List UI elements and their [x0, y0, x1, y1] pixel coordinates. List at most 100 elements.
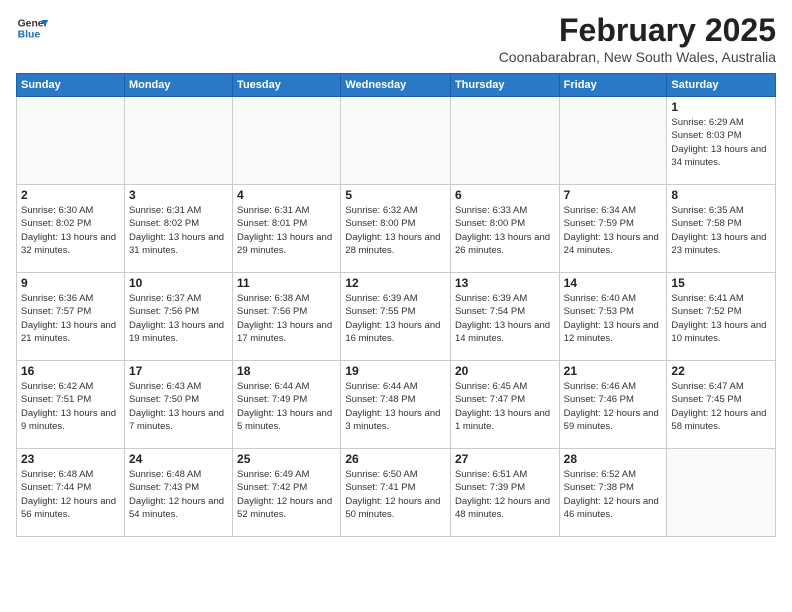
col-friday: Friday — [559, 74, 667, 97]
day-info: Sunrise: 6:50 AM Sunset: 7:41 PM Dayligh… — [345, 468, 446, 521]
week-row-1: 1Sunrise: 6:29 AM Sunset: 8:03 PM Daylig… — [17, 97, 776, 185]
calendar-cell: 22Sunrise: 6:47 AM Sunset: 7:45 PM Dayli… — [667, 361, 776, 449]
day-number: 18 — [237, 364, 336, 378]
title-block: February 2025 Coonabarabran, New South W… — [499, 12, 776, 65]
week-row-3: 9 Sunrise: 6:36 AM Sunset: 7:57 PM Daylig… — [17, 273, 776, 361]
day-info: Sunrise: 6:52 AM Sunset: 7:38 PM Dayligh… — [564, 468, 663, 521]
day-number: 1 — [671, 100, 771, 114]
calendar-cell: 15 Sunrise: 6:41 AM Sunset: 7:52 PM Dayli… — [667, 273, 776, 361]
col-tuesday: Tuesday — [233, 74, 341, 97]
day-number: 21 — [564, 364, 663, 378]
day-info: Sunrise: 6:38 AM Sunset: 7:56 PM Dayligh… — [237, 292, 336, 345]
calendar-cell: 24Sunrise: 6:48 AM Sunset: 7:43 PM Dayli… — [124, 449, 232, 537]
calendar-cell: 23 Sunrise: 6:48 AM Sunset: 7:44 PM Dayli… — [17, 449, 125, 537]
day-info: Sunrise: 6:31 AM Sunset: 8:02 PM Dayligh… — [129, 204, 228, 257]
day-number: 16 — [21, 364, 120, 378]
day-info: Sunrise: 6:45 AM Sunset: 7:47 PM Dayligh… — [455, 380, 555, 433]
calendar-cell: 5 Sunrise: 6:32 AM Sunset: 8:00 PM Daylig… — [341, 185, 451, 273]
day-number: 5 — [345, 188, 446, 202]
day-number: 28 — [564, 452, 663, 466]
calendar-cell: 2 Sunrise: 6:30 AM Sunset: 8:02 PM Daylig… — [17, 185, 125, 273]
calendar-cell: 25Sunrise: 6:49 AM Sunset: 7:42 PM Dayli… — [233, 449, 341, 537]
day-number: 23 — [21, 452, 120, 466]
day-number: 17 — [129, 364, 228, 378]
day-number: 19 — [345, 364, 446, 378]
calendar-cell: 27 Sunrise: 6:51 AM Sunset: 7:39 PM Dayli… — [450, 449, 559, 537]
calendar-cell: 19Sunrise: 6:44 AM Sunset: 7:48 PM Dayli… — [341, 361, 451, 449]
calendar: Sunday Monday Tuesday Wednesday Thursday… — [16, 73, 776, 537]
calendar-cell: 13 Sunrise: 6:39 AM Sunset: 7:54 PM Dayli… — [450, 273, 559, 361]
calendar-cell: 14 Sunrise: 6:40 AM Sunset: 7:53 PM Dayli… — [559, 273, 667, 361]
day-info: Sunrise: 6:40 AM Sunset: 7:53 PM Dayligh… — [564, 292, 663, 345]
day-info: Sunrise: 6:39 AM Sunset: 7:55 PM Dayligh… — [345, 292, 446, 345]
calendar-cell: 28 Sunrise: 6:52 AM Sunset: 7:38 PM Dayli… — [559, 449, 667, 537]
calendar-cell: 10 Sunrise: 6:37 AM Sunset: 7:56 PM Dayli… — [124, 273, 232, 361]
day-number: 4 — [237, 188, 336, 202]
day-number: 3 — [129, 188, 228, 202]
day-number: 12 — [345, 276, 446, 290]
day-info: Sunrise: 6:51 AM Sunset: 7:39 PM Dayligh… — [455, 468, 555, 521]
day-number: 27 — [455, 452, 555, 466]
day-number: 25 — [237, 452, 336, 466]
calendar-cell: 26 Sunrise: 6:50 AM Sunset: 7:41 PM Dayli… — [341, 449, 451, 537]
day-number: 24 — [129, 452, 228, 466]
day-info: Sunrise: 6:32 AM Sunset: 8:00 PM Dayligh… — [345, 204, 446, 257]
day-info: Sunrise: 6:43 AM Sunset: 7:50 PM Dayligh… — [129, 380, 228, 433]
day-info: Sunrise: 6:46 AM Sunset: 7:46 PM Dayligh… — [564, 380, 663, 433]
col-wednesday: Wednesday — [341, 74, 451, 97]
day-number: 22 — [671, 364, 771, 378]
day-number: 26 — [345, 452, 446, 466]
calendar-cell — [124, 97, 232, 185]
svg-text:Blue: Blue — [18, 30, 41, 41]
calendar-cell — [233, 97, 341, 185]
calendar-cell: 17 Sunrise: 6:43 AM Sunset: 7:50 PM Dayli… — [124, 361, 232, 449]
calendar-cell: 11 Sunrise: 6:38 AM Sunset: 7:56 PM Dayli… — [233, 273, 341, 361]
calendar-cell: 9 Sunrise: 6:36 AM Sunset: 7:57 PM Daylig… — [17, 273, 125, 361]
day-info: Sunrise: 6:42 AM Sunset: 7:51 PM Dayligh… — [21, 380, 120, 433]
day-info: Sunrise: 6:37 AM Sunset: 7:56 PM Dayligh… — [129, 292, 228, 345]
day-number: 11 — [237, 276, 336, 290]
day-number: 13 — [455, 276, 555, 290]
day-number: 2 — [21, 188, 120, 202]
col-thursday: Thursday — [450, 74, 559, 97]
day-number: 7 — [564, 188, 663, 202]
calendar-cell — [341, 97, 451, 185]
day-info: Sunrise: 6:30 AM Sunset: 8:02 PM Dayligh… — [21, 204, 120, 257]
calendar-cell: 8 Sunrise: 6:35 AM Sunset: 7:58 PM Daylig… — [667, 185, 776, 273]
col-sunday: Sunday — [17, 74, 125, 97]
day-info: Sunrise: 6:31 AM Sunset: 8:01 PM Dayligh… — [237, 204, 336, 257]
day-info: Sunrise: 6:44 AM Sunset: 7:49 PM Dayligh… — [237, 380, 336, 433]
day-info: Sunrise: 6:39 AM Sunset: 7:54 PM Dayligh… — [455, 292, 555, 345]
header: General Blue February 2025 Coonabarabran… — [16, 12, 776, 65]
calendar-cell: 21 Sunrise: 6:46 AM Sunset: 7:46 PM Dayli… — [559, 361, 667, 449]
day-info: Sunrise: 6:48 AM Sunset: 7:44 PM Dayligh… — [21, 468, 120, 521]
week-row-5: 23 Sunrise: 6:48 AM Sunset: 7:44 PM Dayli… — [17, 449, 776, 537]
calendar-cell: 18 Sunrise: 6:44 AM Sunset: 7:49 PM Dayli… — [233, 361, 341, 449]
week-row-4: 16 Sunrise: 6:42 AM Sunset: 7:51 PM Dayli… — [17, 361, 776, 449]
col-monday: Monday — [124, 74, 232, 97]
calendar-cell: 20 Sunrise: 6:45 AM Sunset: 7:47 PM Dayli… — [450, 361, 559, 449]
day-number: 14 — [564, 276, 663, 290]
logo: General Blue — [16, 12, 48, 44]
day-number: 15 — [671, 276, 771, 290]
calendar-cell — [667, 449, 776, 537]
day-info: Sunrise: 6:41 AM Sunset: 7:52 PM Dayligh… — [671, 292, 771, 345]
day-number: 10 — [129, 276, 228, 290]
calendar-cell: 16 Sunrise: 6:42 AM Sunset: 7:51 PM Dayli… — [17, 361, 125, 449]
calendar-cell: 3 Sunrise: 6:31 AM Sunset: 8:02 PM Daylig… — [124, 185, 232, 273]
logo-icon: General Blue — [16, 12, 48, 44]
calendar-cell — [559, 97, 667, 185]
day-number: 6 — [455, 188, 555, 202]
day-number: 20 — [455, 364, 555, 378]
day-info: Sunrise: 6:34 AM Sunset: 7:59 PM Dayligh… — [564, 204, 663, 257]
location: Coonabarabran, New South Wales, Australi… — [499, 49, 776, 65]
day-info: Sunrise: 6:35 AM Sunset: 7:58 PM Dayligh… — [671, 204, 771, 257]
page: General Blue February 2025 Coonabarabran… — [0, 0, 792, 612]
calendar-cell: 6 Sunrise: 6:33 AM Sunset: 8:00 PM Daylig… — [450, 185, 559, 273]
week-row-2: 2 Sunrise: 6:30 AM Sunset: 8:02 PM Daylig… — [17, 185, 776, 273]
day-info: Sunrise: 6:33 AM Sunset: 8:00 PM Dayligh… — [455, 204, 555, 257]
calendar-cell: 7 Sunrise: 6:34 AM Sunset: 7:59 PM Daylig… — [559, 185, 667, 273]
day-info: Sunrise: 6:36 AM Sunset: 7:57 PM Dayligh… — [21, 292, 120, 345]
day-number: 8 — [671, 188, 771, 202]
day-number: 9 — [21, 276, 120, 290]
